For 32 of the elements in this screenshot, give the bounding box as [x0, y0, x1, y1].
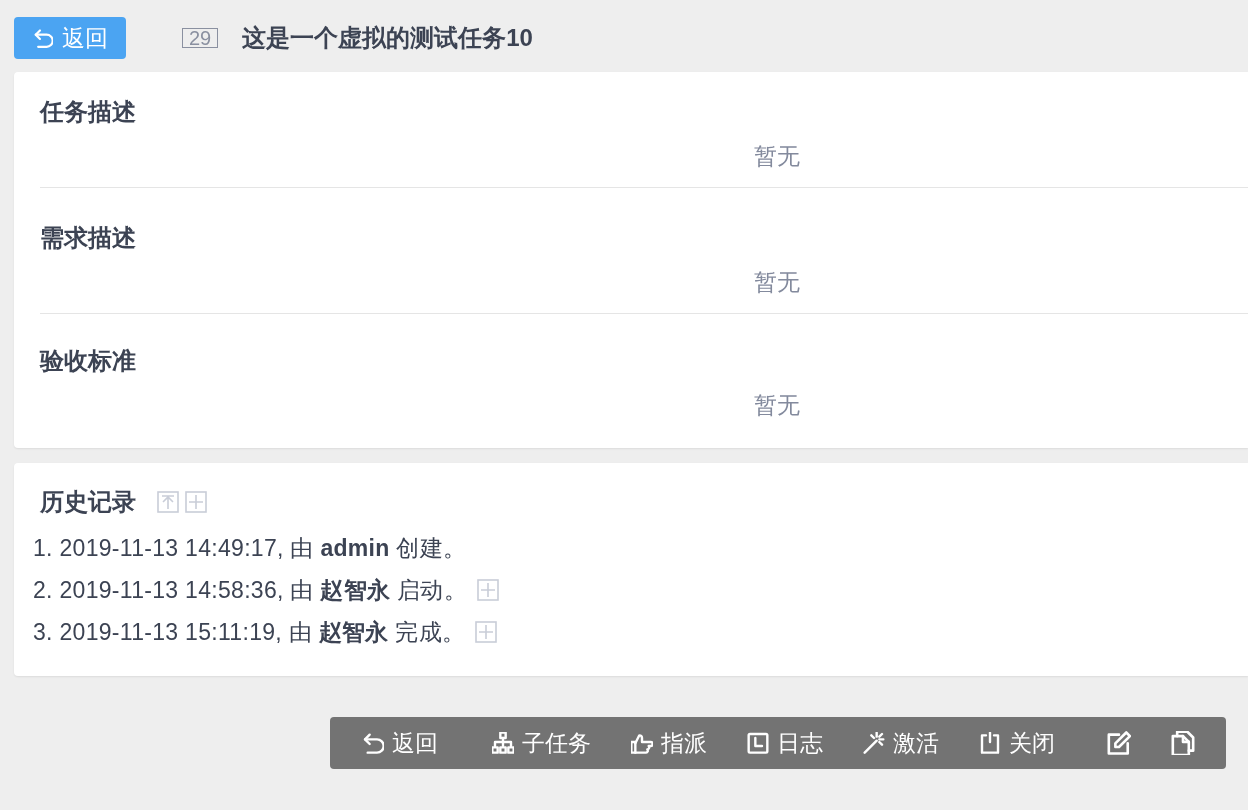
close-button[interactable]: 关闭	[959, 723, 1075, 763]
expand-icon[interactable]	[475, 621, 498, 643]
hierarchy-icon	[492, 732, 514, 754]
undo-arrow-icon	[362, 732, 384, 754]
back-button[interactable]: 返回	[14, 17, 126, 59]
back-button[interactable]: 返回	[342, 723, 458, 763]
log-button[interactable]: 日志	[727, 723, 843, 763]
pointing-hand-icon	[631, 732, 653, 754]
task-title: 这是一个虚拟的测试任务10	[242, 23, 533, 53]
power-icon	[979, 732, 1001, 754]
edit-icon	[1107, 731, 1131, 755]
subtask-button[interactable]: 子任务	[472, 723, 611, 763]
history-entry: 3. 2019-11-13 15:11:19, 由 赵智永 完成。	[33, 617, 466, 647]
collapse-all-icon[interactable]	[157, 491, 179, 513]
magic-wand-icon	[863, 732, 885, 754]
section-heading: 需求描述	[40, 223, 136, 253]
empty-placeholder-text: 暂无	[754, 268, 800, 297]
empty-placeholder-text: 暂无	[754, 142, 800, 171]
history-entry: 1. 2019-11-13 14:49:17, 由 admin 创建。	[33, 533, 467, 563]
expand-icon[interactable]	[476, 579, 499, 601]
assign-button[interactable]: 指派	[611, 723, 727, 763]
copy-icon	[1171, 731, 1195, 755]
expand-all-icon[interactable]	[185, 491, 207, 513]
history-heading: 历史记录	[40, 487, 136, 517]
history-entry: 2. 2019-11-13 14:58:36, 由 赵智永 启动。	[33, 575, 467, 605]
clock-square-icon	[747, 732, 769, 754]
section-heading: 验收标准	[40, 346, 136, 376]
task-id: 29	[182, 28, 219, 48]
empty-placeholder-text: 暂无	[754, 391, 800, 420]
undo-arrow-icon	[33, 28, 53, 48]
section-heading: 任务描述	[40, 97, 136, 127]
activate-button[interactable]: 激活	[843, 723, 959, 763]
